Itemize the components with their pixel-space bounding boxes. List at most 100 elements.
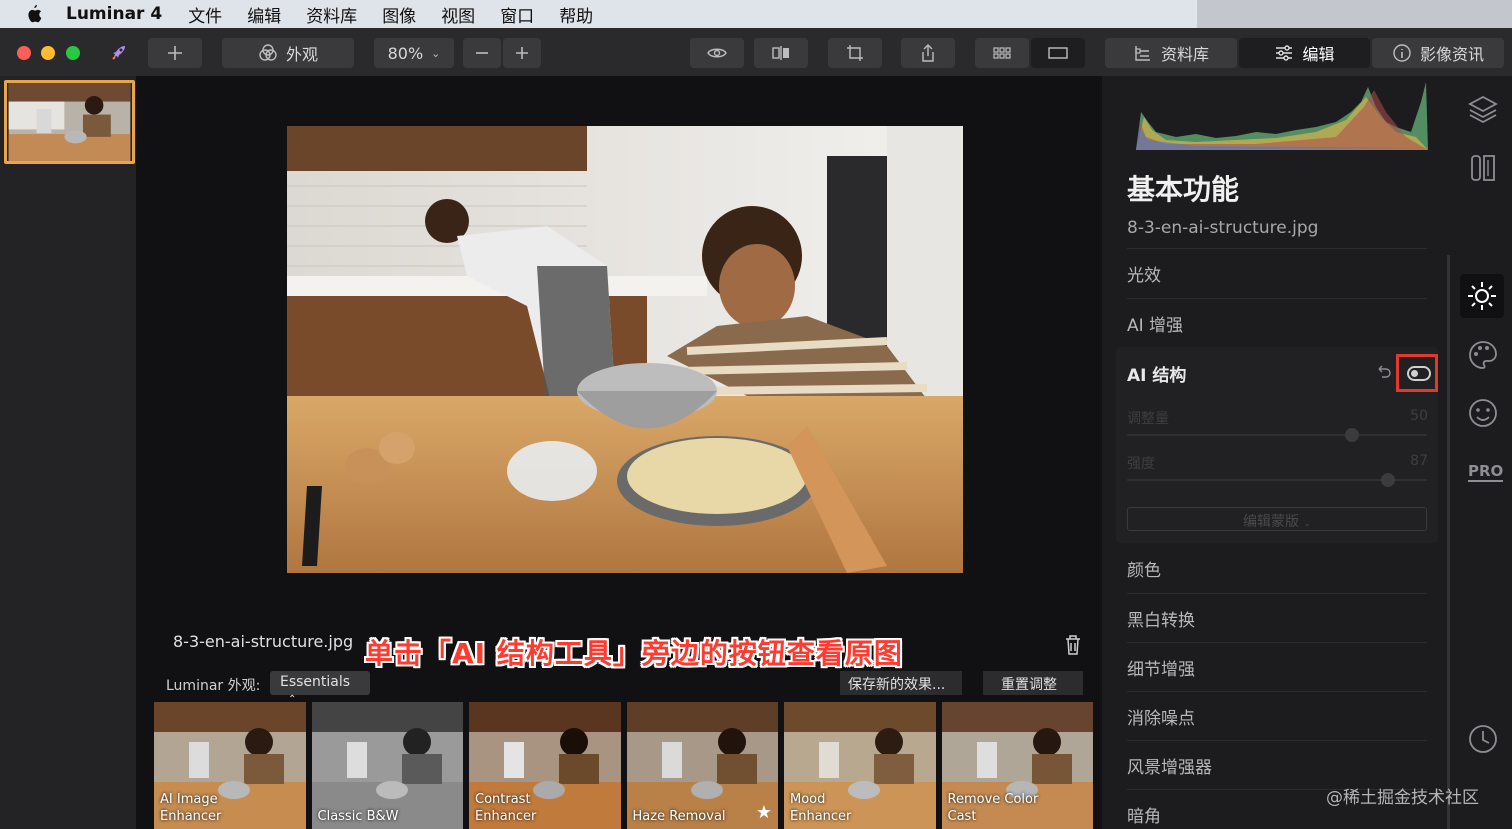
- looks-bar: Luminar 外观: Essentials ⌃ 保存新的效果... 重置调整: [150, 670, 1100, 705]
- section-landscape-enhancer[interactable]: 风景增强器: [1127, 740, 1427, 788]
- looks-category-select[interactable]: Essentials ⌃: [270, 671, 370, 705]
- section-light[interactable]: 光效: [1127, 248, 1427, 296]
- filmstrip: [0, 76, 137, 829]
- creative-palette-icon[interactable]: [1466, 338, 1500, 372]
- section-details-enhancer[interactable]: 细节增强: [1127, 642, 1427, 690]
- reset-adjustments-button[interactable]: 重置调整: [983, 671, 1083, 695]
- looks-button[interactable]: 外观: [222, 38, 354, 68]
- looks-button-label: 外观: [285, 45, 318, 64]
- grid-icon: [993, 47, 1011, 59]
- canvas-tools-icon[interactable]: [1466, 150, 1500, 184]
- amount-value: 50: [1410, 408, 1428, 424]
- single-image-icon: [1048, 47, 1068, 59]
- compare-button[interactable]: [754, 38, 808, 68]
- preset-classic-bw[interactable]: Classic B&W: [311, 702, 463, 829]
- preset-label: Contrast Enhancer: [475, 792, 537, 824]
- looks-label: Luminar 外观:: [166, 678, 261, 694]
- adjustments-panel: 基本功能 8-3-en-ai-structure.jpg 光效 AI 增强 AI…: [1102, 76, 1452, 829]
- ai-structure-tool: AI 结构 调整量 50 强度 87 编辑蒙版 ⌄: [1116, 347, 1438, 543]
- minimize-window-button[interactable]: [41, 46, 55, 60]
- preview-eye-button[interactable]: [690, 38, 744, 68]
- panel-scrollbar[interactable]: [1447, 255, 1450, 829]
- zoom-value: 80%: [387, 43, 424, 63]
- pro-tools-badge[interactable]: PRO: [1468, 462, 1504, 482]
- preset-mood-enhancer[interactable]: Mood Enhancer: [784, 702, 936, 829]
- essentials-sun-icon[interactable]: [1460, 274, 1504, 318]
- menu-view[interactable]: 视图: [441, 2, 475, 27]
- zoom-in-button[interactable]: [503, 38, 541, 68]
- preset-label: AI Image Enhancer: [160, 792, 222, 824]
- strength-slider[interactable]: [1127, 473, 1427, 487]
- main-photo[interactable]: [287, 126, 963, 573]
- canvas-filename: 8-3-en-ai-structure.jpg: [173, 632, 354, 651]
- kitchen-photo-image: [287, 126, 963, 573]
- portrait-face-icon[interactable]: [1466, 396, 1500, 430]
- strength-value: 87: [1410, 453, 1428, 469]
- amount-slider[interactable]: [1127, 428, 1427, 442]
- looks-category-value: Essentials: [280, 674, 351, 690]
- preset-remove-color-cast[interactable]: Remove Color Cast: [941, 702, 1093, 829]
- looks-circles-icon: [259, 44, 277, 61]
- sliders-icon: [1276, 45, 1293, 61]
- tab-library[interactable]: 资料库: [1105, 38, 1237, 68]
- tutorial-annotation: 单击「AI 结构工具」旁边的按钮查看原图: [365, 637, 903, 670]
- eye-icon: [707, 48, 727, 58]
- amount-slider-knob[interactable]: [1345, 428, 1359, 442]
- grid-view-button[interactable]: [975, 38, 1029, 68]
- zoom-out-button[interactable]: [463, 38, 501, 68]
- strength-label: 强度: [1127, 456, 1155, 472]
- share-button[interactable]: [901, 38, 955, 68]
- plus-icon: [516, 47, 528, 59]
- ai-structure-toggle[interactable]: [1407, 366, 1431, 381]
- info-icon: [1393, 44, 1411, 62]
- menu-library[interactable]: 资料库: [306, 2, 357, 27]
- zoom-select[interactable]: 80% ⌄: [374, 38, 454, 68]
- tab-image-info-label: 影像资讯: [1419, 45, 1484, 64]
- history-clock-icon[interactable]: [1466, 722, 1500, 756]
- undo-icon[interactable]: [1376, 363, 1392, 379]
- preset-label: Haze Removal: [632, 809, 726, 824]
- watermark: @稀土掘金技术社区: [1326, 788, 1479, 808]
- tab-image-info[interactable]: 影像资讯: [1372, 38, 1504, 68]
- zoom-window-button[interactable]: [66, 46, 80, 60]
- preset-contrast-enhancer[interactable]: Contrast Enhancer: [469, 702, 621, 829]
- edit-mask-button[interactable]: 编辑蒙版 ⌄: [1127, 507, 1427, 531]
- menu-help[interactable]: 帮助: [559, 2, 593, 27]
- section-bw-conversion[interactable]: 黑白转换: [1127, 593, 1427, 641]
- tab-edit-label: 编辑: [1302, 45, 1335, 64]
- menu-image[interactable]: 图像: [382, 2, 416, 27]
- photo-thumbnail-image: [8, 83, 131, 161]
- close-window-button[interactable]: [17, 46, 31, 60]
- menu-window[interactable]: 窗口: [500, 2, 534, 27]
- save-new-look-button[interactable]: 保存新的效果...: [840, 671, 962, 695]
- tab-edit[interactable]: 编辑: [1239, 38, 1370, 68]
- section-color[interactable]: 颜色: [1127, 544, 1427, 592]
- menu-file[interactable]: 文件: [188, 2, 222, 27]
- section-ai-enhance[interactable]: AI 增强: [1127, 298, 1427, 346]
- apple-icon[interactable]: [26, 5, 42, 23]
- menu-edit[interactable]: 编辑: [247, 2, 281, 27]
- single-view-button[interactable]: [1031, 38, 1085, 68]
- minus-icon: [476, 52, 488, 54]
- add-images-button[interactable]: [148, 38, 202, 68]
- toggle-highlight-box: [1396, 354, 1438, 392]
- chevron-down-icon: ⌄: [431, 46, 441, 60]
- tool-category-rail: PRO: [1452, 76, 1512, 829]
- quick-start-rocket-icon[interactable]: [105, 38, 133, 68]
- layers-icon[interactable]: [1466, 92, 1500, 126]
- plus-icon: [168, 46, 182, 60]
- filmstrip-thumbnail[interactable]: [4, 80, 135, 164]
- panel-title: 基本功能: [1127, 173, 1240, 206]
- histogram: [1136, 82, 1428, 150]
- amount-label: 调整量: [1127, 411, 1169, 427]
- trash-icon[interactable]: [1063, 634, 1083, 656]
- ai-structure-title[interactable]: AI 结构: [1127, 361, 1186, 386]
- section-denoise[interactable]: 消除噪点: [1127, 691, 1427, 739]
- app-name-menu[interactable]: Luminar 4: [66, 4, 162, 24]
- preset-haze-removal[interactable]: Haze Removal ★: [626, 702, 778, 829]
- strength-slider-knob[interactable]: [1381, 473, 1395, 487]
- panel-filename: 8-3-en-ai-structure.jpg: [1127, 218, 1319, 238]
- preset-ai-image-enhancer[interactable]: AI Image Enhancer: [154, 702, 306, 829]
- crop-button[interactable]: [828, 38, 882, 68]
- favorite-star-icon[interactable]: ★: [756, 802, 772, 823]
